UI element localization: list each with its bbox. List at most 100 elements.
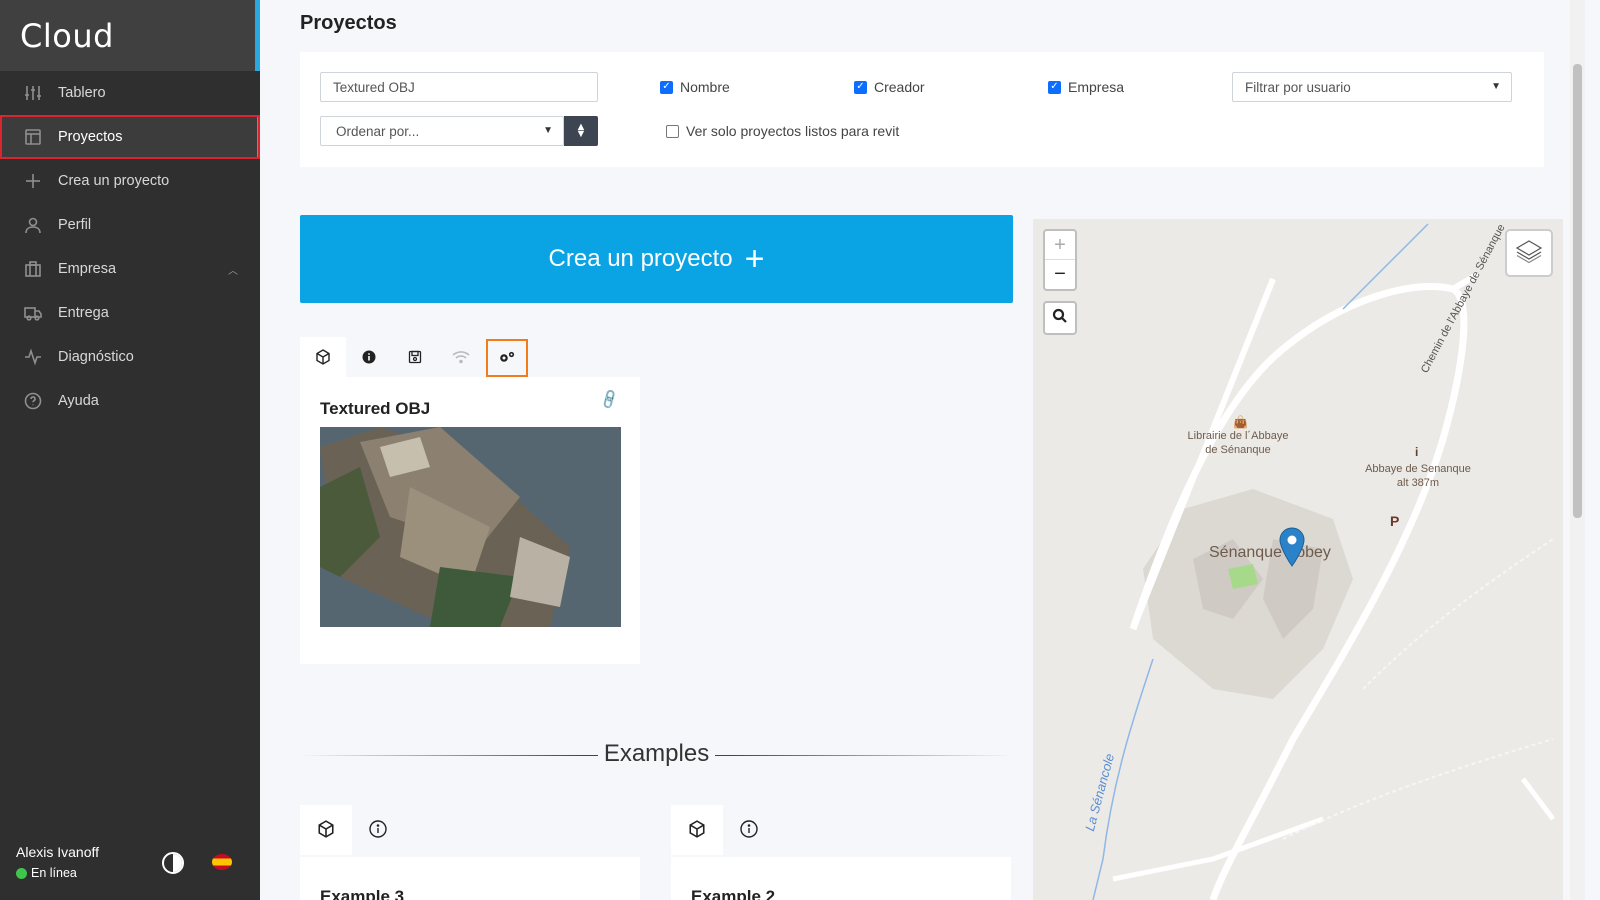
search-icon — [1052, 308, 1068, 329]
user-filter-value: Filtrar por usuario — [1245, 79, 1351, 95]
checkbox-box[interactable] — [1048, 80, 1061, 94]
filter-panel: Textured OBJ Ordenar por... ▼ ▲▼ Nombre … — [300, 52, 1544, 167]
cube-icon — [317, 819, 335, 841]
checkbox-revit-ready[interactable]: Ver solo proyectos listos para revit — [666, 123, 899, 139]
info-icon: i — [1415, 445, 1419, 459]
chevron-down-icon: ▼ — [1491, 81, 1501, 92]
project-card[interactable]: Textured OBJ 🔗 — [300, 377, 640, 664]
sidebar-item-diagnostico[interactable]: Diagnóstico — [0, 335, 260, 379]
sidebar-item-label: Tablero — [58, 85, 106, 101]
tab-3d-model[interactable] — [300, 805, 352, 855]
zoom-out-button[interactable]: − — [1045, 260, 1075, 289]
example-2-tabs — [671, 805, 775, 855]
cube-icon — [315, 348, 331, 368]
sort-select-value: Ordenar por... — [336, 123, 420, 139]
tab-info[interactable] — [346, 337, 392, 379]
map-search-button[interactable] — [1043, 301, 1077, 335]
info-outline-icon — [740, 819, 758, 841]
checkbox-box[interactable] — [854, 80, 867, 94]
chevron-down-icon: ▼ — [543, 125, 553, 136]
sidebar-item-label: Perfil — [58, 217, 92, 233]
sidebar-item-empresa[interactable]: Empresa ︿ — [0, 247, 260, 291]
tab-info[interactable] — [352, 805, 404, 855]
wifi-icon — [452, 350, 470, 367]
sidebar-item-crea-un-proyecto[interactable]: Crea un proyecto — [0, 159, 260, 203]
sidebar-item-perfil[interactable]: Perfil — [0, 203, 260, 247]
checkbox-label: Creador — [874, 79, 925, 95]
user-name[interactable]: Alexis Ivanoff — [16, 844, 246, 860]
link-icon[interactable]: 🔗 — [597, 388, 621, 411]
layout-icon — [24, 128, 42, 146]
plus-icon — [24, 172, 42, 190]
sort-direction-button[interactable]: ▲ ▼ — [564, 116, 598, 146]
info-outline-icon — [369, 819, 387, 841]
user-status: En línea — [16, 866, 246, 880]
sidebar-item-ayuda[interactable]: Ayuda — [0, 379, 260, 423]
examples-divider: Examples — [300, 740, 1013, 770]
checkbox-creador[interactable]: Creador — [854, 79, 925, 95]
example-card[interactable]: Example 3 — [300, 857, 640, 900]
user-status-text: En línea — [31, 866, 77, 880]
sidebar-item-tablero[interactable]: Tablero — [0, 71, 260, 115]
zoom-in-button[interactable]: + — [1045, 231, 1075, 260]
checkbox-nombre[interactable]: Nombre — [660, 79, 730, 95]
sidebar-item-label: Crea un proyecto — [58, 173, 170, 189]
parking-icon: P — [1390, 513, 1400, 529]
layers-icon — [1515, 239, 1543, 268]
brand-name: Cloud — [20, 16, 114, 55]
example-card[interactable]: Example 2 — [671, 857, 1011, 900]
sort-select[interactable]: Ordenar por... ▼ — [320, 116, 564, 146]
cube-icon — [688, 819, 706, 841]
sidebar-item-proyectos[interactable]: Proyectos — [0, 115, 260, 159]
tab-connection[interactable] — [438, 337, 484, 379]
sidebar-nav: Tablero Proyectos Crea un proyecto Perfi… — [0, 71, 260, 423]
tab-info[interactable] — [723, 805, 775, 855]
project-thumbnail[interactable] — [320, 427, 621, 627]
checkbox-empresa[interactable]: Empresa — [1048, 79, 1124, 95]
map-zoom-control: + − — [1043, 229, 1077, 291]
create-project-button[interactable]: Crea un proyecto + — [300, 215, 1013, 303]
sidebar-item-label: Entrega — [58, 305, 109, 321]
examples-heading: Examples — [300, 740, 1013, 768]
save-icon — [408, 350, 422, 367]
activity-icon — [24, 348, 42, 366]
map-marker-icon[interactable] — [1279, 527, 1305, 572]
plus-icon: + — [744, 240, 765, 278]
gears-icon — [498, 350, 516, 367]
page-scrollbar[interactable] — [1570, 0, 1585, 900]
example-title[interactable]: Example 2 — [691, 887, 775, 900]
spain-flag-icon[interactable] — [212, 854, 232, 870]
tab-3d-model[interactable] — [300, 337, 346, 379]
checkbox-box[interactable] — [660, 80, 673, 94]
scrollbar-thumb[interactable] — [1573, 64, 1582, 518]
search-input-value: Textured OBJ — [333, 79, 415, 95]
project-tabs — [300, 337, 530, 379]
info-icon — [362, 350, 376, 367]
checkbox-box[interactable] — [666, 124, 679, 138]
tab-settings[interactable] — [484, 337, 530, 379]
map-poi-label: Abbaye de Senanque alt 387m — [1365, 463, 1471, 489]
building-icon — [24, 260, 42, 278]
map-layers-button[interactable] — [1505, 229, 1553, 277]
sort-down-icon: ▼ — [575, 128, 587, 140]
project-map[interactable]: + − 👜 Librairie de l´Abbaye de Sénanque … — [1033, 219, 1563, 900]
contrast-toggle-icon[interactable] — [162, 852, 184, 874]
sidebar-item-label: Diagnóstico — [58, 349, 134, 365]
user-panel: Alexis Ivanoff En línea — [16, 844, 246, 880]
search-input[interactable]: Textured OBJ — [320, 72, 598, 102]
checkbox-label: Ver solo proyectos listos para revit — [686, 123, 900, 139]
help-icon — [24, 392, 42, 410]
brand-logo[interactable]: Cloud — [0, 0, 260, 71]
sidebar-item-entrega[interactable]: Entrega — [0, 291, 260, 335]
map-place-label: Sénanque Abbey — [1209, 544, 1331, 561]
sidebar: Cloud Tablero Proyectos Crea un proyecto… — [0, 0, 260, 900]
user-filter-select[interactable]: Filtrar por usuario ▼ — [1232, 72, 1512, 102]
project-title[interactable]: Textured OBJ — [320, 399, 430, 419]
example-title[interactable]: Example 3 — [320, 887, 404, 900]
shop-icon: 👜 — [1233, 415, 1248, 429]
example-3-tabs — [300, 805, 404, 855]
create-project-label: Crea un proyecto — [548, 245, 733, 272]
tab-save[interactable] — [392, 337, 438, 379]
tab-3d-model[interactable] — [671, 805, 723, 855]
online-status-icon — [16, 867, 27, 879]
